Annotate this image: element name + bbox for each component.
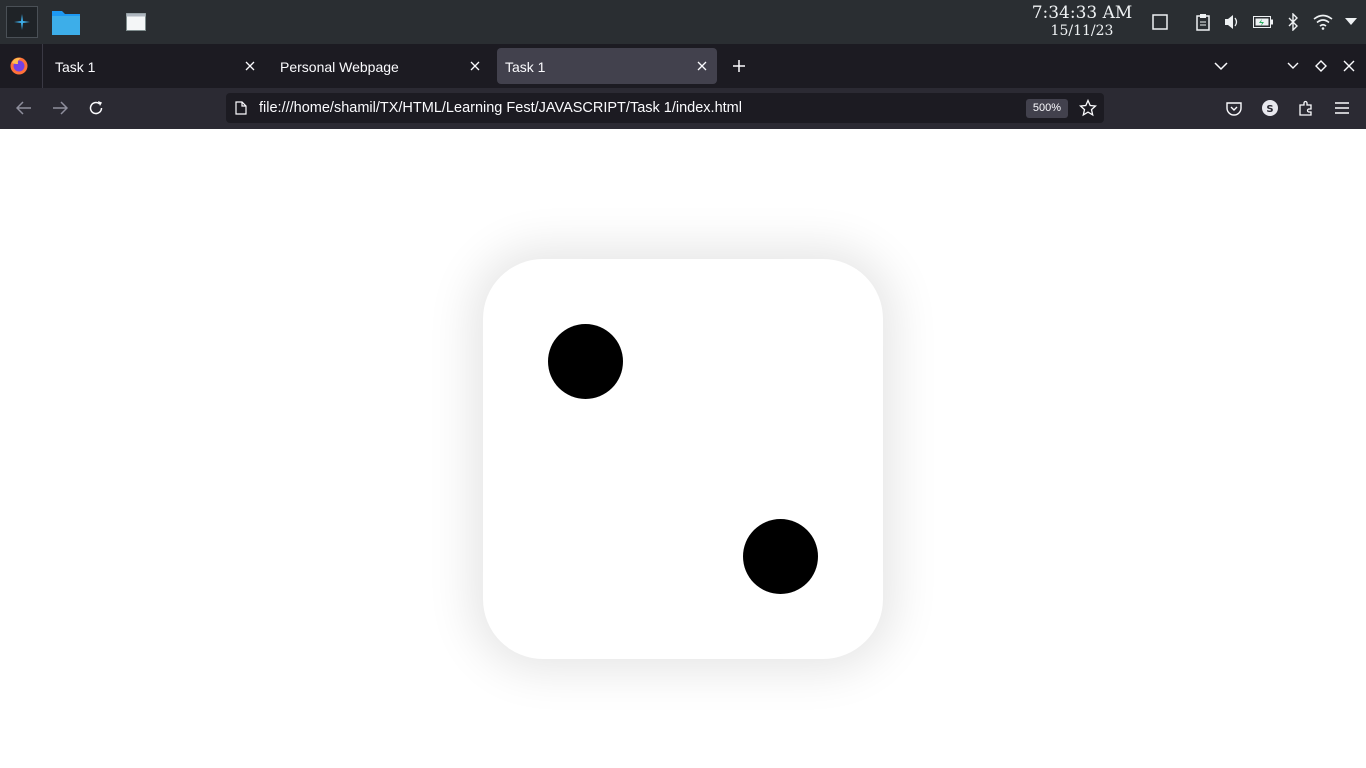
maximize-button[interactable] bbox=[1311, 57, 1331, 75]
dice-face bbox=[483, 259, 883, 659]
wifi-icon[interactable] bbox=[1313, 12, 1333, 32]
app-menu-button[interactable] bbox=[1332, 98, 1352, 118]
app-launcher-icon[interactable] bbox=[6, 6, 38, 38]
close-icon bbox=[1343, 60, 1355, 72]
clock-date: 15/11/23 bbox=[1050, 23, 1114, 39]
pocket-button[interactable] bbox=[1224, 98, 1244, 118]
tab-personal-webpage[interactable]: Personal Webpage bbox=[268, 48, 490, 84]
tray-expand-icon[interactable] bbox=[1341, 12, 1361, 32]
bluetooth-icon[interactable] bbox=[1283, 12, 1303, 32]
account-avatar-icon: S bbox=[1262, 100, 1278, 116]
minimize-icon bbox=[1287, 62, 1299, 69]
minimize-button[interactable] bbox=[1283, 57, 1303, 75]
tab-label: Task 1 bbox=[505, 59, 546, 75]
reload-icon bbox=[89, 101, 103, 115]
new-tab-button[interactable] bbox=[729, 56, 749, 76]
close-icon[interactable] bbox=[468, 59, 482, 73]
list-all-tabs-button[interactable] bbox=[1211, 57, 1231, 75]
hamburger-menu-icon bbox=[1335, 102, 1349, 114]
tab-task-1-active[interactable]: Task 1 bbox=[497, 48, 717, 84]
window-close-button[interactable] bbox=[1339, 57, 1359, 75]
desktop-icon[interactable] bbox=[1150, 12, 1170, 32]
clipboard-icon[interactable] bbox=[1193, 12, 1213, 32]
account-button[interactable]: S bbox=[1260, 98, 1280, 118]
clock-time: 7:34:33 AM bbox=[1031, 3, 1133, 23]
dice-pip-top-left bbox=[548, 324, 623, 399]
puzzle-icon bbox=[1299, 100, 1312, 116]
system-panel: 7:34:33 AM 15/11/23 bbox=[0, 0, 1366, 44]
firefox-logo-icon[interactable] bbox=[10, 57, 28, 75]
tab-bar: Task 1 Personal Webpage Task 1 bbox=[0, 44, 1366, 88]
navigation-toolbar: file:///home/shamil/TX/HTML/Learning Fes… bbox=[0, 88, 1366, 129]
window-icon[interactable] bbox=[126, 13, 146, 31]
chevron-down-icon bbox=[1214, 61, 1228, 70]
extensions-button[interactable] bbox=[1296, 98, 1316, 118]
pocket-icon bbox=[1226, 101, 1242, 116]
arrow-right-icon bbox=[53, 101, 68, 115]
reload-button[interactable] bbox=[86, 98, 106, 118]
arrow-left-icon bbox=[16, 101, 31, 115]
tab-label: Personal Webpage bbox=[280, 59, 399, 75]
maximize-icon bbox=[1315, 60, 1327, 72]
svg-text:S: S bbox=[1266, 104, 1273, 115]
battery-icon[interactable] bbox=[1253, 12, 1273, 32]
zoom-level-badge[interactable]: 500% bbox=[1026, 99, 1068, 118]
close-icon[interactable] bbox=[695, 59, 709, 73]
url-bar[interactable]: file:///home/shamil/TX/HTML/Learning Fes… bbox=[226, 93, 1104, 123]
dice-pip-bottom-right bbox=[743, 519, 818, 594]
tab-label: Task 1 bbox=[55, 59, 96, 75]
back-button[interactable] bbox=[14, 98, 34, 118]
bookmark-star-icon[interactable] bbox=[1079, 99, 1097, 117]
tab-task-1[interactable]: Task 1 bbox=[43, 48, 265, 84]
volume-icon[interactable] bbox=[1222, 12, 1242, 32]
plus-icon bbox=[733, 60, 745, 72]
clock[interactable]: 7:34:33 AM 15/11/23 bbox=[1022, 3, 1142, 39]
close-icon[interactable] bbox=[243, 59, 257, 73]
forward-button[interactable] bbox=[50, 98, 70, 118]
url-text[interactable]: file:///home/shamil/TX/HTML/Learning Fes… bbox=[259, 100, 742, 116]
file-manager-icon[interactable] bbox=[51, 8, 81, 36]
page-icon[interactable] bbox=[235, 101, 247, 115]
